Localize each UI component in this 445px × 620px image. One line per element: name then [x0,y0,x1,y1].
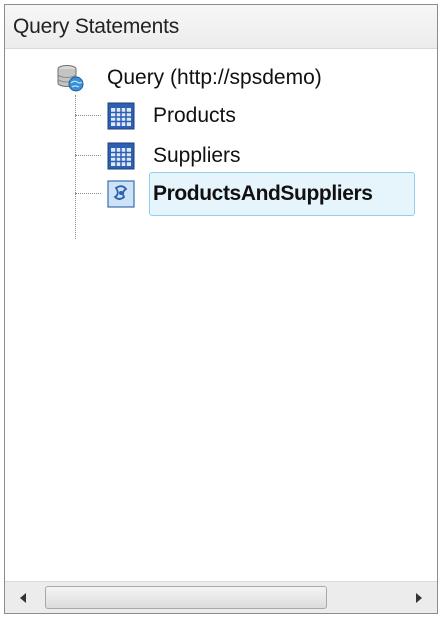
tree-connector-products [75,115,101,116]
horizontal-scrollbar[interactable] [5,581,437,613]
tree-connector-vertical [75,95,76,239]
panel-title: Query Statements [13,15,180,38]
tree-node-label: Products [153,104,236,127]
tree-node-label: ProductsAndSuppliers [153,182,373,205]
tree-connector-productsandsuppliers [75,193,101,194]
scroll-right-icon[interactable] [403,582,435,613]
tree-node-suppliers[interactable]: Suppliers [105,139,241,173]
scroll-left-icon[interactable] [7,582,39,613]
tree-node-products[interactable]: Products [105,99,236,133]
table-icon [107,142,135,170]
tree-connector-suppliers [75,155,101,156]
tree-node-query-root[interactable]: Query (http://spsdemo) [55,61,322,95]
tree-node-label: Query (http://spsdemo) [107,66,322,89]
scrollbar-thumb[interactable] [45,586,327,609]
panel-header: Query Statements [5,5,437,49]
query-tree: Query (http://spsdemo) Products Supplier… [5,49,437,579]
table-icon [107,102,135,130]
tree-node-label: Suppliers [153,144,241,167]
join-query-icon [107,180,135,208]
query-statements-panel: Query Statements Query (http://spsdemo) [4,4,438,614]
tree-node-productsandsuppliers[interactable]: ProductsAndSuppliers [105,177,373,211]
database-globe-icon [55,63,84,92]
